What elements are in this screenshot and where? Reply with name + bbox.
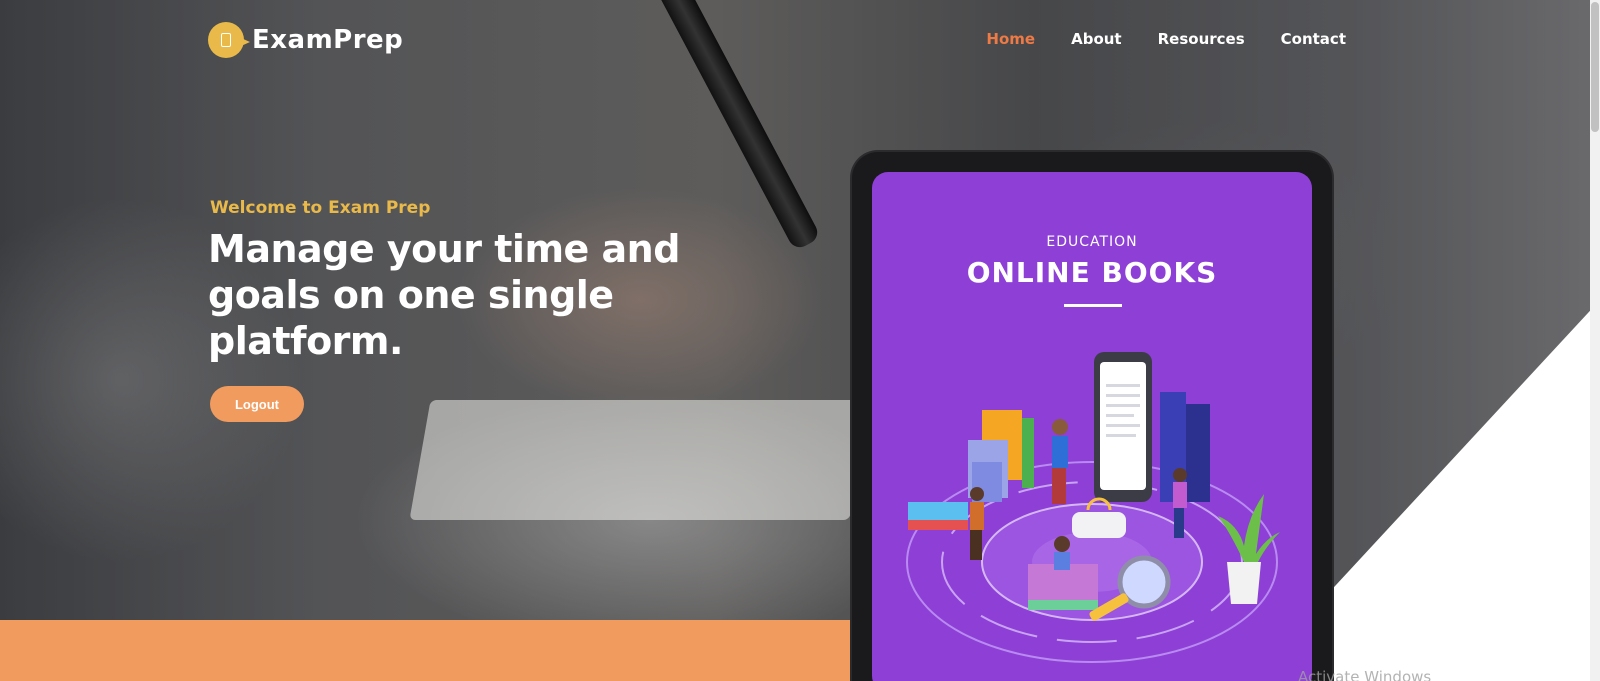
tablet-screen: EDUCATION ONLINE BOOKS <box>872 172 1312 681</box>
brand-logo[interactable]: ExamPrep <box>208 22 403 58</box>
pen-image <box>640 0 822 252</box>
screen-divider <box>1064 304 1122 307</box>
main-nav: Home About Resources Contact <box>986 30 1346 48</box>
notebook-image <box>409 400 871 520</box>
scrollbar-thumb[interactable] <box>1591 2 1599 132</box>
screen-title: ONLINE BOOKS <box>966 256 1218 289</box>
brand-name: ExamPrep <box>252 25 404 55</box>
activate-windows-watermark: Activate Windows <box>1298 668 1432 681</box>
nav-home[interactable]: Home <box>986 30 1035 48</box>
nav-resources[interactable]: Resources <box>1158 30 1245 48</box>
hero-kicker: Welcome to Exam Prep <box>210 198 431 218</box>
tablet-mockup: EDUCATION ONLINE BOOKS <box>852 152 1332 681</box>
screen-kicker: EDUCATION <box>1046 234 1138 250</box>
nav-about[interactable]: About <box>1071 30 1122 48</box>
orange-band <box>0 620 860 681</box>
nav-contact[interactable]: Contact <box>1281 30 1346 48</box>
online-books-illustration <box>906 352 1280 663</box>
hero-headline: Manage your time and goals on one single… <box>208 227 680 363</box>
book-chat-icon <box>208 22 250 58</box>
logout-button[interactable]: Logout <box>210 386 304 422</box>
